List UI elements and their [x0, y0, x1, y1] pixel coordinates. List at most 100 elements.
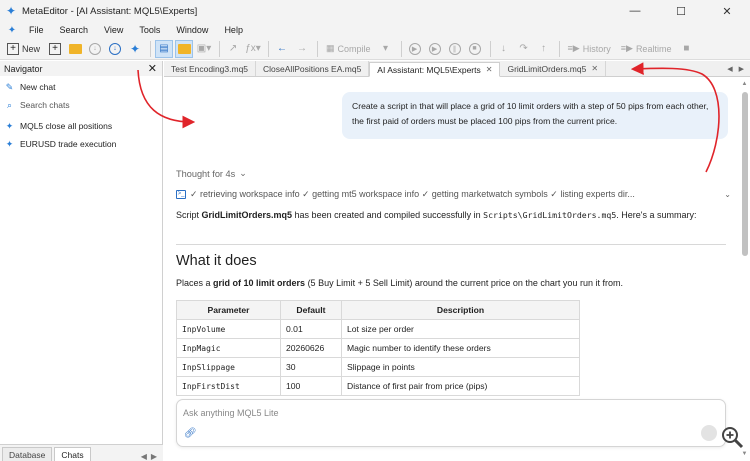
places-prefix: Places a: [176, 278, 214, 288]
download-icon: ↓: [89, 42, 102, 55]
scroll-left-icon[interactable]: ◀: [141, 452, 147, 461]
stop-button[interactable]: ■: [466, 40, 484, 58]
new-chat-item[interactable]: ✎ New chat: [0, 78, 162, 96]
table-cell: InpFirstDist: [176, 376, 281, 396]
vertical-scrollbar[interactable]: [742, 92, 748, 256]
close-tab-icon[interactable]: ✕: [486, 65, 493, 74]
scroll-right-icon[interactable]: ▶: [151, 452, 157, 461]
send-button[interactable]: [701, 425, 717, 441]
toolbox-icon: [177, 43, 191, 54]
navigator-toggle-button[interactable]: ▤: [155, 39, 174, 58]
pause-button[interactable]: ∥: [446, 40, 464, 58]
menu-window[interactable]: Window: [168, 25, 216, 35]
toolbar-separator: [219, 40, 221, 57]
attach-icon[interactable]: 🔗︎: [184, 428, 197, 439]
table-cell: Distance of first pair from price (pips): [341, 376, 580, 396]
search-chats-item[interactable]: ⌕ Search chats: [0, 96, 162, 114]
toolbox-toggle-button[interactable]: [175, 39, 194, 58]
add-icon: +: [49, 42, 62, 55]
table-cell: Slippage in points: [341, 357, 580, 377]
chevron-down-icon: ⌄: [239, 168, 247, 178]
ai-assistant-download-button[interactable]: ↓: [106, 40, 124, 58]
tab-test-encoding[interactable]: Test Encoding3.mq5: [164, 61, 257, 76]
menu-file[interactable]: File: [21, 25, 52, 35]
navigator-header: Navigator ✕: [0, 61, 162, 76]
table-cell: Lot size per order: [341, 319, 580, 339]
table-row: InpSlippage 30 Slippage in points: [176, 357, 580, 377]
close-tab-icon[interactable]: ✕: [591, 64, 598, 73]
ai-chat-icon: ✦: [5, 120, 14, 131]
summary-middle: has been created and compiled successful…: [292, 210, 484, 220]
realtime-button[interactable]: ≡▶ Realtime: [617, 40, 676, 58]
open-folder-button[interactable]: [66, 40, 84, 58]
compile-button[interactable]: ▦ Compile: [322, 40, 375, 58]
start-debug-button[interactable]: ▶: [406, 40, 424, 58]
function-button[interactable]: ƒx▾: [244, 40, 262, 58]
ai-assistant-button[interactable]: ✦: [126, 40, 144, 58]
tab-database[interactable]: Database: [2, 447, 53, 461]
step-out-button[interactable]: ↑: [535, 40, 553, 58]
table-cell: InpVolume: [176, 319, 281, 339]
tab-close-all-positions[interactable]: CloseAllPositions EA.mq5: [256, 61, 370, 76]
menu-help[interactable]: Help: [216, 25, 251, 35]
step-into-button[interactable]: ↓: [495, 40, 513, 58]
scroll-down-arrow[interactable]: ▼: [741, 451, 748, 457]
summary-file: GridLimitOrders.mq5: [201, 210, 293, 220]
menu-view[interactable]: View: [96, 25, 131, 35]
chat-list-item[interactable]: ✦ MQL5 close all positions: [0, 117, 162, 135]
summary-suffix: . Here's a summary:: [616, 210, 697, 220]
toolbar-separator: [400, 40, 402, 57]
menu-search[interactable]: Search: [52, 25, 97, 35]
maximize-button[interactable]: ☐: [658, 0, 704, 22]
step-over-button[interactable]: ↷: [515, 40, 533, 58]
tab-grid-limit-orders[interactable]: GridLimitOrders.mq5 ✕: [500, 61, 607, 76]
app-menu-icon[interactable]: ✦: [3, 25, 21, 36]
start-history-button[interactable]: ▶: [426, 40, 444, 58]
scroll-up-arrow[interactable]: ▲: [741, 81, 748, 87]
stop-profiling-button[interactable]: ■: [677, 40, 695, 58]
search-icon: ⌕: [6, 99, 13, 110]
download-button[interactable]: ↓: [86, 40, 104, 58]
column-header: Description: [341, 300, 580, 320]
toolbar-separator: [317, 40, 319, 57]
minimize-button[interactable]: —: [612, 0, 658, 22]
chat-list-item[interactable]: ✦ EURUSD trade execution: [0, 135, 162, 153]
close-icon[interactable]: ✕: [148, 62, 157, 75]
new-button[interactable]: + New: [3, 40, 44, 58]
forward-button[interactable]: →: [293, 40, 311, 58]
play-history-icon: ▶: [428, 42, 441, 55]
pause-icon: ∥: [448, 42, 461, 55]
close-button[interactable]: ✕: [704, 0, 750, 22]
variable-button[interactable]: ↗: [224, 40, 242, 58]
menu-tools[interactable]: Tools: [131, 25, 168, 35]
tab-label: CloseAllPositions EA.mq5: [263, 63, 362, 74]
document-tab-bar: Test Encoding3.mq5 CloseAllPositions EA.…: [164, 61, 750, 77]
table-cell: InpSlippage: [176, 357, 281, 377]
toolbar-separator: [489, 40, 491, 57]
thought-toggle[interactable]: Thought for 4s ⌄: [176, 168, 247, 179]
window-controls: — ☐ ✕: [612, 0, 750, 22]
new-file-icon: +: [7, 42, 19, 55]
toolbar-separator: [150, 40, 152, 57]
chat-title: MQL5 close all positions: [20, 121, 113, 131]
new-project-button[interactable]: +: [46, 40, 64, 58]
history-icon: ≡▶: [567, 43, 580, 53]
tab-chats[interactable]: Chats: [54, 447, 91, 461]
zoom-in-icon[interactable]: [720, 425, 744, 449]
tab-scroll-right-icon[interactable]: ▶: [739, 65, 744, 73]
compile-label: Compile: [337, 43, 371, 54]
tool-steps[interactable]: >_ ✓ retrieving workspace info ✓ getting…: [176, 189, 731, 200]
toolbar-separator: [268, 40, 270, 57]
tab-ai-assistant[interactable]: AI Assistant: MQL5\Experts ✕: [369, 62, 501, 77]
chat-input[interactable]: Ask anything MQL5 Lite 🔗︎: [176, 399, 726, 447]
history-button[interactable]: ≡▶ History: [564, 40, 615, 58]
back-button[interactable]: ←: [273, 40, 291, 58]
compile-icon: ▦: [326, 43, 335, 53]
snippets-button[interactable]: ▣▾: [195, 40, 213, 58]
chat-title: EURUSD trade execution: [20, 139, 117, 149]
ai-assistant-chat: Create a script in that will place a gri…: [165, 78, 750, 461]
tab-scroll-left-icon[interactable]: ◀: [727, 65, 732, 73]
compile-dropdown[interactable]: ▾: [377, 40, 395, 58]
new-chat-icon: ✎: [5, 81, 14, 92]
summary-path: Scripts\GridLimitOrders.mq5: [483, 210, 617, 220]
